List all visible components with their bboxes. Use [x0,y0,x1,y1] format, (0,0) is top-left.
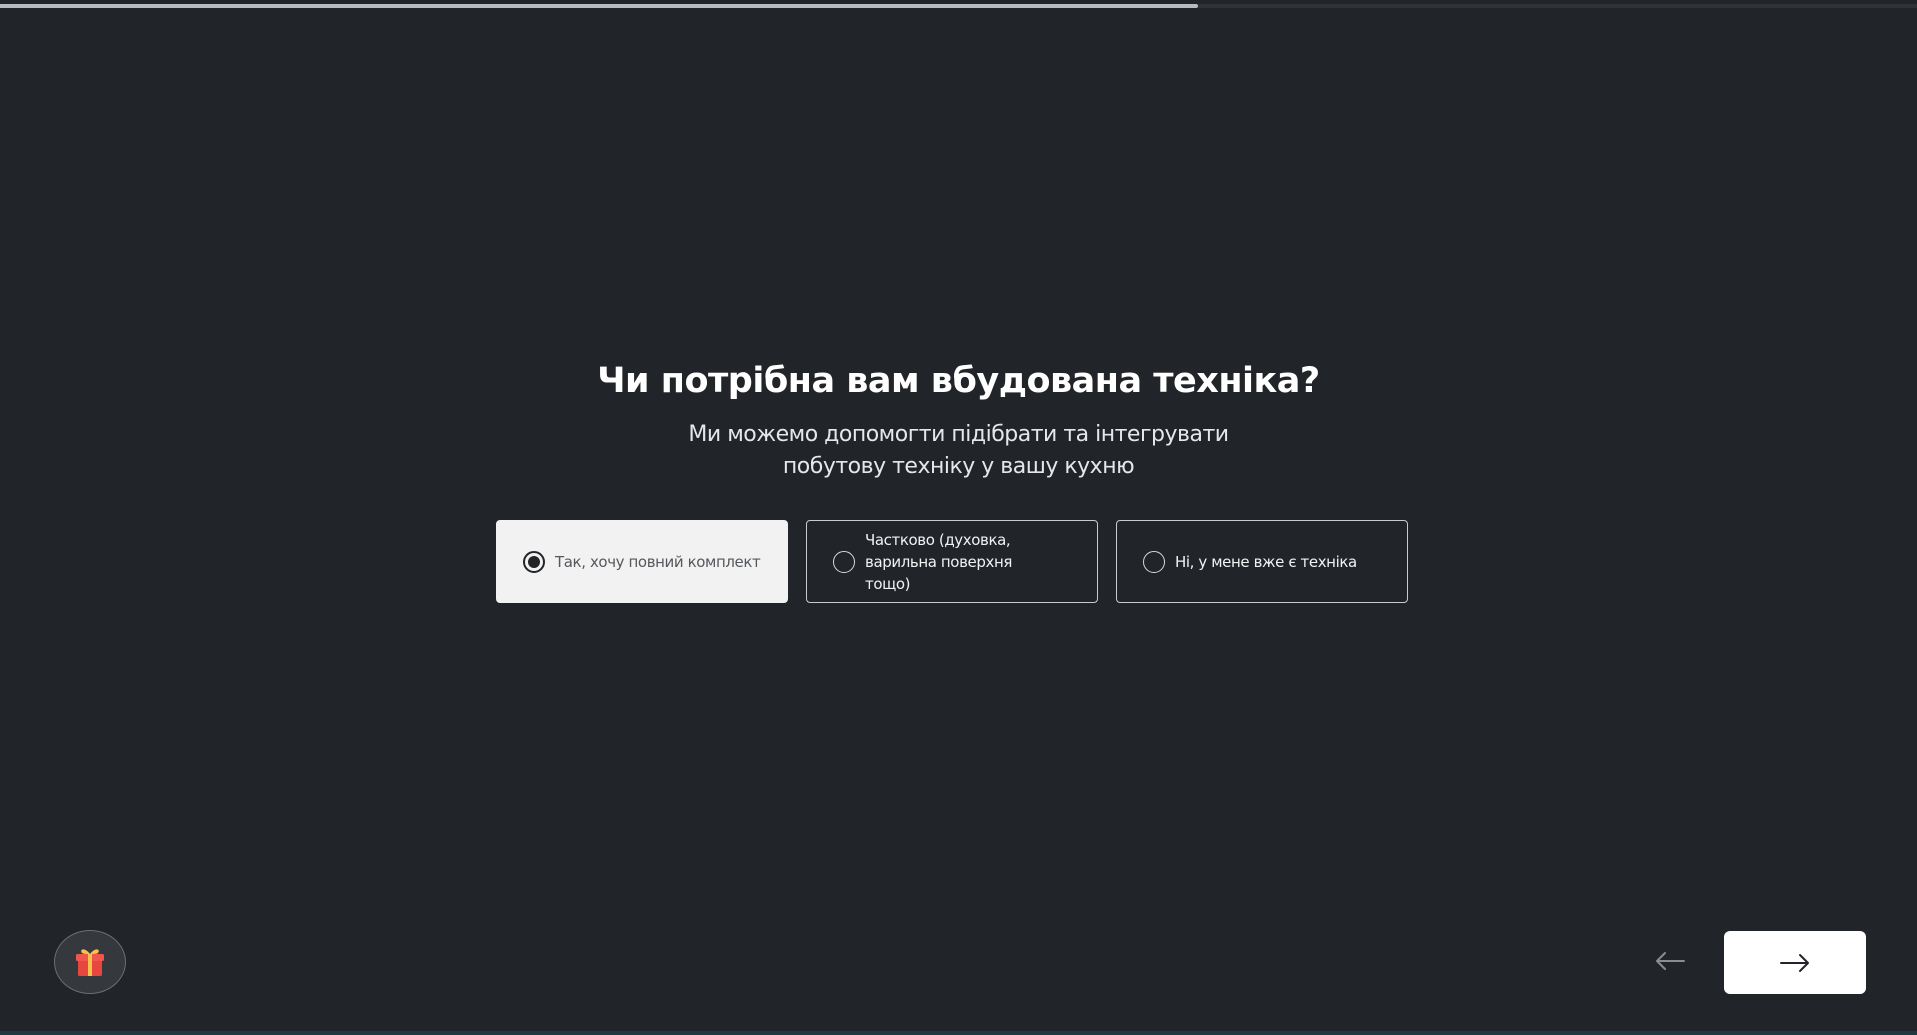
question-title: Чи потрібна вам вбудована техніка? [597,361,1320,401]
gift-button[interactable] [54,930,126,994]
option-full-set[interactable]: Так, хочу повний комплект [496,520,788,603]
radio-button[interactable] [833,550,855,573]
question-subtitle: Ми можемо допомогти підібрати та інтегру… [688,422,1229,479]
option-partial[interactable]: Частково (духовка, варильна поверхня тощ… [806,520,1098,603]
answer-options: Так, хочу повний комплект Частково (духо… [496,520,1408,603]
bottom-edge [0,1031,1917,1035]
question-block: Чи потрібна вам вбудована техніка? Ми мо… [0,355,1917,483]
radio-button-selected[interactable] [523,550,545,573]
radio-button[interactable] [1143,550,1165,573]
progress-bar-fill [0,4,1199,8]
radio-dot [528,555,540,568]
option-have-appliances[interactable]: Ні, у мене вже є техніка [1116,520,1408,603]
quiz-page: Чи потрібна вам вбудована техніка? Ми мо… [0,0,1917,1035]
progress-bar [0,4,1917,8]
option-label: Ні, у мене вже є техніка [1175,552,1357,571]
arrow-right-icon [1780,953,1809,972]
arrow-left-icon [1656,952,1685,970]
option-label: Так, хочу повний комплект [555,552,761,571]
next-button[interactable] [1724,931,1866,994]
option-label: Частково (духовка, варильна поверхня тощ… [865,530,1012,593]
back-button[interactable] [1652,946,1688,976]
gift-icon [76,949,104,976]
